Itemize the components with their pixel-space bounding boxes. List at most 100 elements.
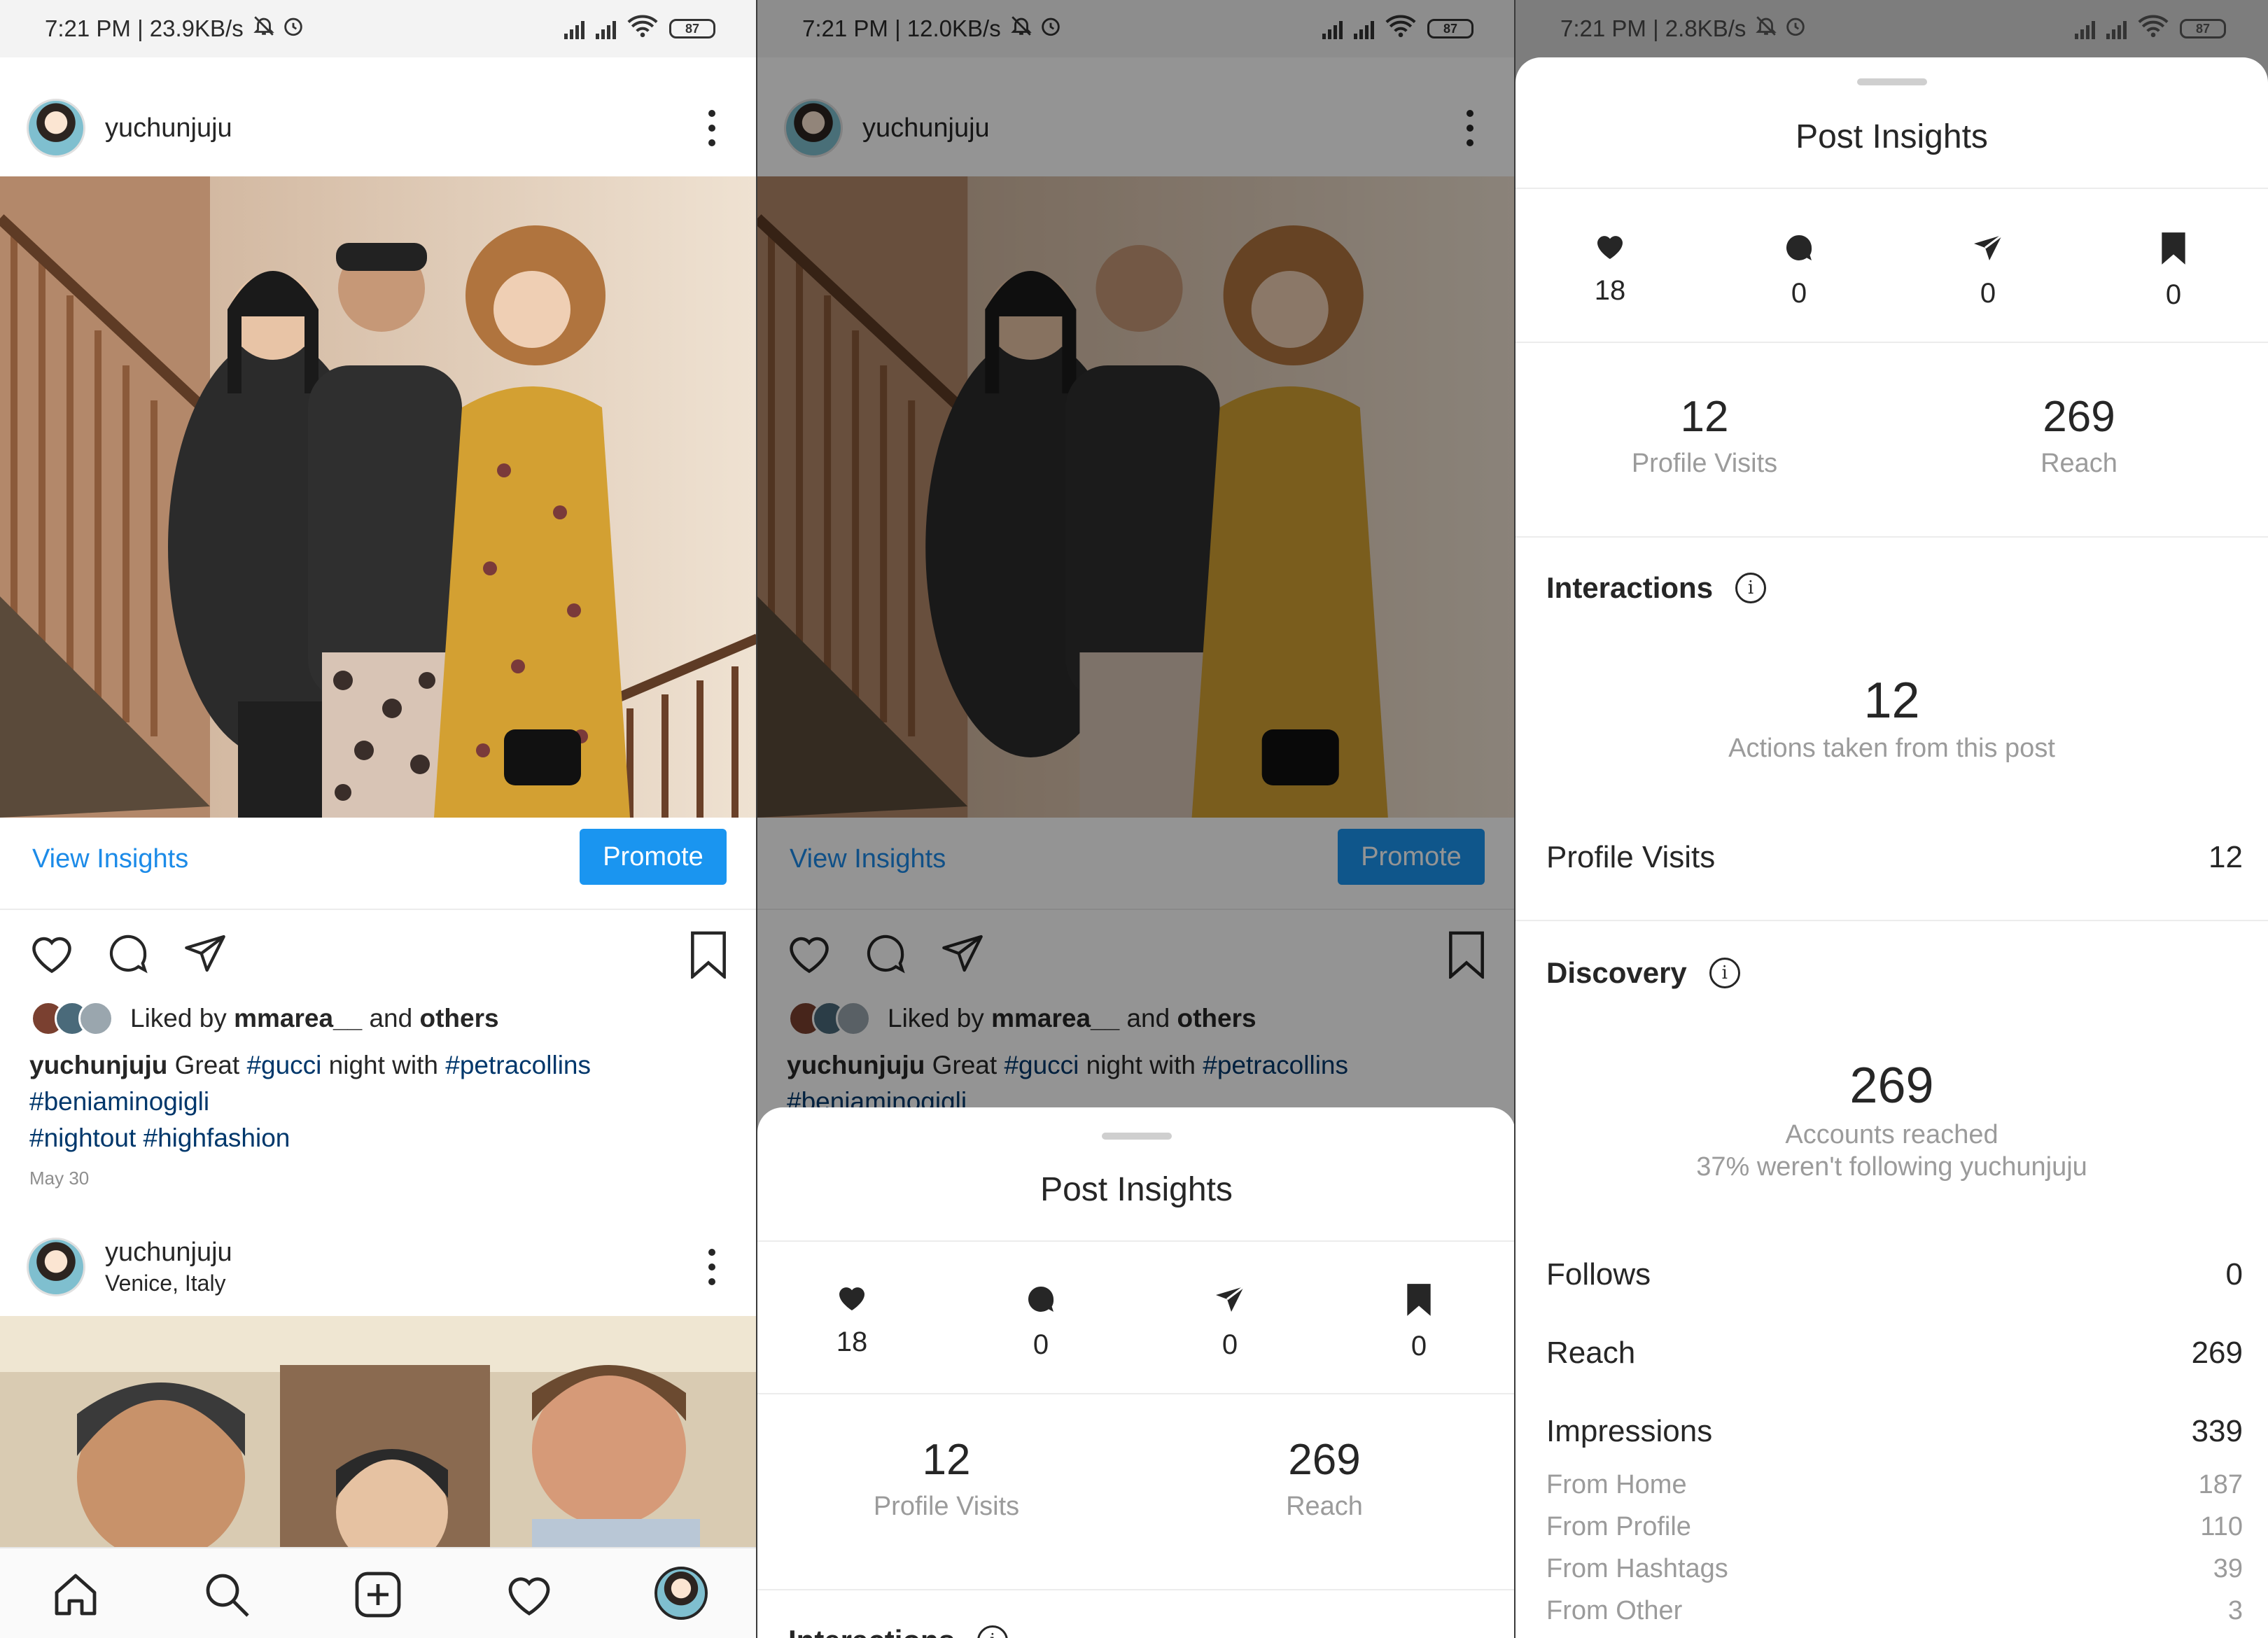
comments-stat: 0 — [1704, 231, 1893, 309]
activity-heart-icon[interactable] — [504, 1569, 554, 1623]
hashtag-link[interactable]: #highfashion — [144, 1124, 290, 1152]
interactions-label: Actions taken from this post — [1728, 734, 2055, 763]
divider — [1516, 188, 2268, 189]
reach-label: Reach — [2040, 449, 2118, 478]
info-icon[interactable]: i — [1735, 573, 1767, 603]
mute-icon — [252, 14, 276, 43]
status-time: 7:21 PM | 23.9KB/s — [45, 15, 244, 41]
liked-by[interactable]: Liked by mmarea__ and others — [31, 1001, 499, 1036]
reach-label: Reach — [1286, 1492, 1363, 1521]
row-value: 3 — [2227, 1596, 2243, 1625]
post-date: May 30 — [29, 1168, 90, 1189]
impressions-row: Impressions 339 — [1546, 1414, 2243, 1449]
post-actions — [28, 931, 729, 987]
insights-expanded-screen: 7:21 PM | 2.8KB/s 87 Post Insights 18 0 … — [1516, 0, 2268, 1638]
bookmark-filled-icon — [1407, 1284, 1431, 1316]
post-location[interactable]: Venice, Italy — [105, 1270, 232, 1296]
liker-avatar — [78, 1001, 113, 1036]
heart-filled-icon — [1597, 236, 1623, 259]
wifi-icon — [627, 14, 658, 43]
row-value: 110 — [2200, 1512, 2243, 1541]
mute-icon — [1754, 14, 1778, 43]
from-home-row: From Home 187 — [1546, 1470, 2243, 1500]
comment-icon[interactable] — [105, 931, 151, 979]
saves-count: 0 — [1410, 1331, 1427, 1362]
profile-visits-label: Profile Visits — [873, 1492, 1020, 1521]
feed-screen: 7:21 PM | 23.9KB/s 87 yuchunjuju View In… — [0, 0, 757, 1638]
interactions-summary: 12 Actions taken from this post — [1516, 672, 2268, 764]
comment-filled-icon — [1028, 1286, 1054, 1312]
post-caption: yuchunjuju Great #gucci night with #petr… — [29, 1047, 729, 1156]
post-photo[interactable] — [0, 1316, 757, 1547]
reach-row: Reach 269 — [1546, 1336, 2243, 1371]
comments-count: 0 — [1032, 1329, 1049, 1360]
sheet-drag-handle[interactable] — [1101, 1133, 1172, 1140]
more-options-icon[interactable] — [707, 110, 717, 146]
interactions-value: 12 — [1863, 673, 1920, 729]
hashtag-link[interactable]: #beniaminogigli — [29, 1087, 209, 1116]
interactions-heading: Interactions i — [788, 1624, 1009, 1638]
status-bar: 7:21 PM | 23.9KB/s 87 — [0, 0, 757, 57]
bookmark-filled-icon — [2162, 232, 2185, 265]
profile-avatar-icon[interactable] — [654, 1567, 708, 1620]
avatar[interactable] — [27, 1238, 85, 1296]
view-insights-link[interactable]: View Insights — [32, 844, 188, 874]
row-value: 12 — [2208, 840, 2243, 874]
interactions-heading: Interactions i — [1546, 571, 1767, 605]
caption-username[interactable]: yuchunjuju — [29, 1051, 167, 1079]
hashtag-link[interactable]: #nightout — [29, 1124, 136, 1152]
liked-others[interactable]: others — [419, 1004, 498, 1033]
shares-stat: 0 — [1135, 1282, 1324, 1361]
post-username[interactable]: yuchunjuju — [105, 113, 232, 144]
row-label: From Other — [1546, 1596, 1683, 1625]
reach-stat: 269 Reach — [1135, 1435, 1513, 1522]
liked-user[interactable]: mmarea__ — [234, 1004, 362, 1033]
shares-count: 0 — [1980, 278, 1996, 309]
more-options-icon[interactable] — [707, 1249, 717, 1285]
divider — [1516, 342, 2268, 343]
divider — [1516, 920, 2268, 921]
profile-visits-value: 12 — [922, 1436, 971, 1484]
avatar[interactable] — [27, 99, 85, 158]
info-icon[interactable]: i — [977, 1625, 1009, 1638]
discovery-title: Discovery — [1546, 956, 1687, 989]
new-post-icon[interactable] — [353, 1569, 403, 1623]
reach-value: 269 — [1288, 1436, 1361, 1484]
saves-stat: 0 — [1324, 1282, 1513, 1362]
like-heart-icon[interactable] — [28, 931, 76, 979]
liked-mid: and — [369, 1004, 413, 1032]
caption-text: night with — [321, 1051, 446, 1079]
sheet-drag-handle[interactable] — [1856, 78, 1927, 85]
search-icon[interactable] — [202, 1569, 252, 1623]
hashtag-link[interactable]: #gucci — [246, 1051, 321, 1079]
discovery-sublabel: 37% weren't following yuchunjuju — [1696, 1152, 2087, 1182]
sheet-title: Post Insights — [1040, 1171, 1233, 1208]
interactions-title: Interactions — [1546, 571, 1714, 604]
interactions-title: Interactions — [788, 1624, 955, 1638]
insights-row: View Insights Promote — [0, 818, 757, 910]
row-value: 0 — [2225, 1257, 2243, 1292]
post-insights-sheet: Post Insights 18 0 0 0 12 Profile Visits… — [1516, 57, 2268, 1638]
info-icon[interactable]: i — [1709, 958, 1740, 988]
signal-icon — [564, 18, 584, 39]
from-profile-row: From Profile 110 — [1546, 1512, 2243, 1542]
divider — [1516, 536, 2268, 538]
hashtag-link[interactable]: #petracollins — [445, 1051, 591, 1079]
home-icon[interactable] — [50, 1569, 101, 1623]
status-bar: 7:21 PM | 2.8KB/s 87 — [1516, 0, 2268, 57]
row-label: Follows — [1546, 1257, 1651, 1292]
shares-count: 0 — [1222, 1329, 1238, 1360]
likes-count: 18 — [1594, 275, 1626, 306]
battery-indicator: 87 — [669, 19, 715, 38]
post-username[interactable]: yuchunjuju — [105, 1238, 232, 1268]
feed-with-insights-sheet: 7:21 PM | 12.0KB/s 87 yuchunjuju View In… — [757, 0, 1516, 1638]
battery-indicator: 87 — [2180, 19, 2226, 38]
promote-button[interactable]: Promote — [580, 829, 727, 885]
bookmark-icon[interactable] — [687, 931, 729, 982]
share-send-icon[interactable] — [182, 931, 228, 979]
reach-stat: 269 Reach — [1890, 392, 2268, 479]
discovery-value: 269 — [1849, 1058, 1934, 1114]
discovery-label: Accounts reached — [1785, 1120, 1998, 1149]
likes-stat: 18 — [757, 1282, 946, 1358]
post-photo[interactable] — [0, 176, 757, 818]
